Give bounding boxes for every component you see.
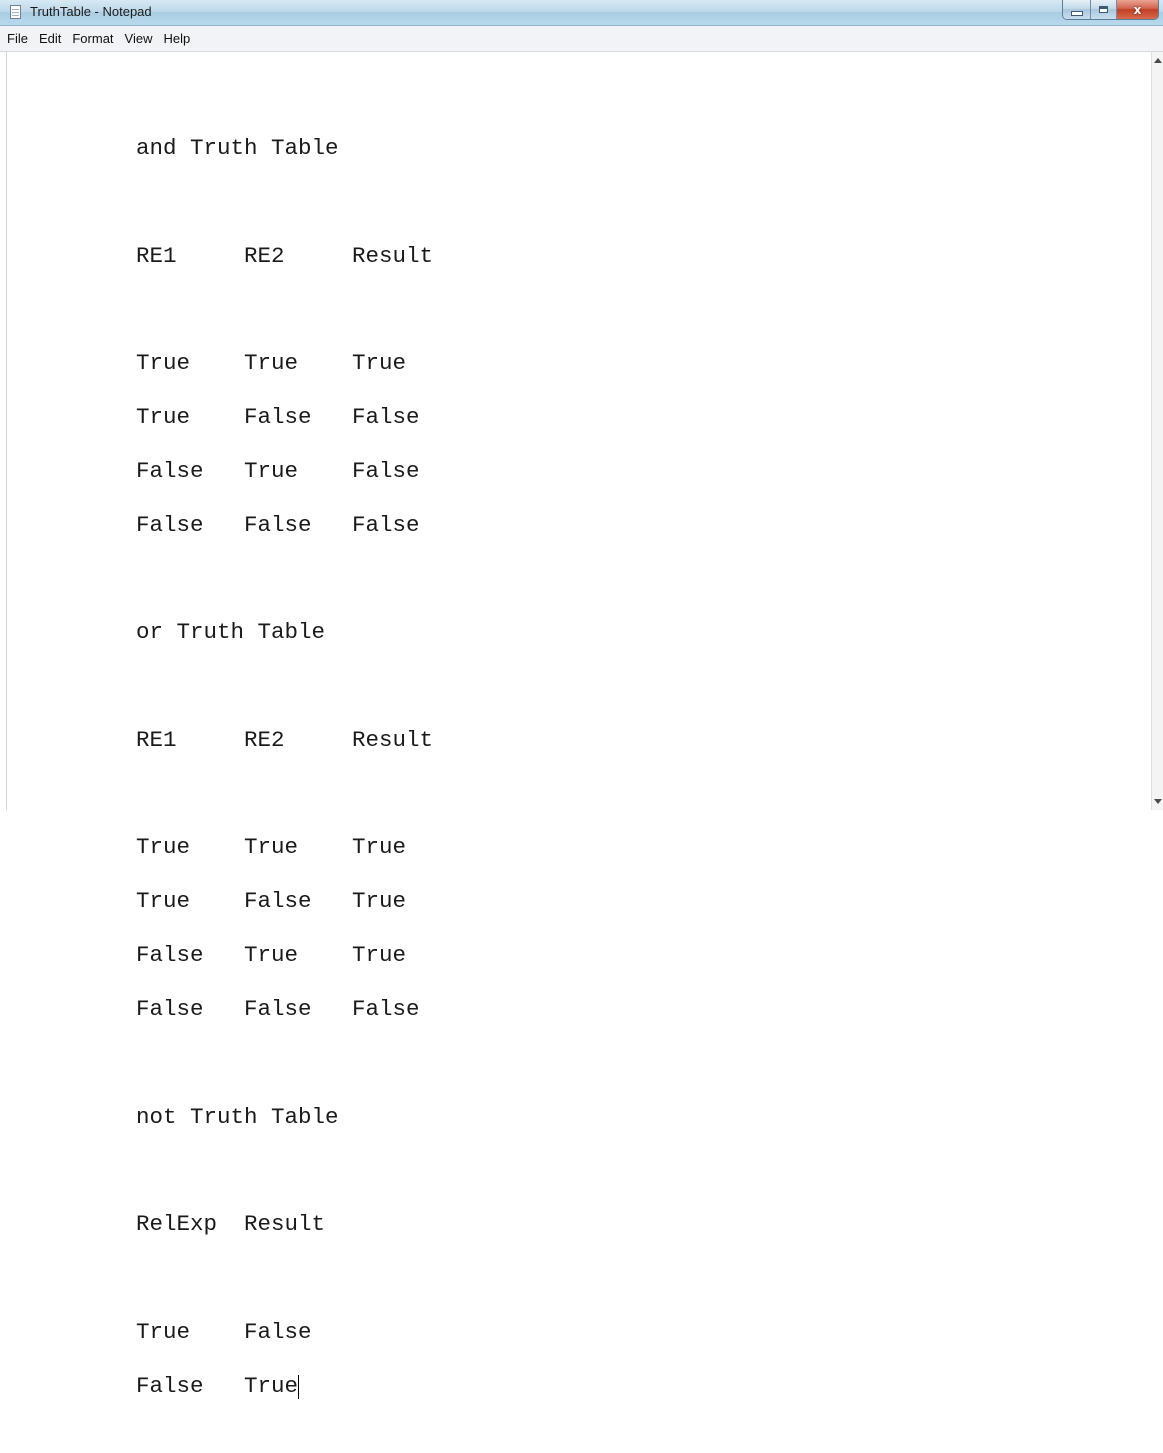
menu-help[interactable]: Help [163, 31, 190, 46]
text-line: False True [136, 1373, 433, 1400]
text-line: not Truth Table [136, 1103, 339, 1130]
scroll-down-arrow-icon[interactable] [1154, 799, 1162, 804]
text-line: ​ [136, 1157, 433, 1184]
text-line: and Truth Table [136, 134, 339, 161]
text-line: RelExp Result [136, 1211, 326, 1238]
minimize-icon [1070, 10, 1083, 16]
menu-bar: File Edit Format View Help [0, 26, 1163, 52]
text-line: or Truth Table [136, 619, 326, 646]
text-line: ​ [136, 1265, 433, 1292]
text-line: ​ [136, 1050, 433, 1077]
close-icon: x [1133, 2, 1142, 17]
menu-format[interactable]: Format [72, 31, 113, 46]
text-line: ​ [136, 189, 433, 216]
text-line: True False True [136, 888, 407, 915]
close-button[interactable]: x [1116, 0, 1158, 19]
menu-view[interactable]: View [125, 31, 153, 46]
window-controls: x [1062, 0, 1159, 20]
notepad-app-icon[interactable] [10, 5, 21, 19]
text-cursor [298, 1374, 300, 1399]
title-bar[interactable]: TruthTable - Notepad x [0, 0, 1163, 26]
maximize-button[interactable] [1090, 0, 1116, 19]
window-title: TruthTable - Notepad [30, 4, 152, 19]
text-line: False True False [136, 457, 420, 484]
text-editor[interactable]: and Truth Table ​ RE1 RE2 Result ​ True … [6, 52, 1151, 1399]
text-line: False False False [136, 511, 420, 538]
menu-edit[interactable]: Edit [39, 31, 61, 46]
text-line: ​ [136, 673, 433, 700]
text-line: False True True [136, 942, 407, 969]
text-line: True True True [136, 350, 407, 377]
text-line: True False False [136, 403, 420, 430]
text-line: RE1 RE2 Result [136, 242, 434, 269]
text-line: False False False [136, 995, 420, 1022]
menu-file[interactable]: File [7, 31, 28, 46]
text-line: True True True [136, 834, 407, 861]
vertical-scrollbar[interactable] [1151, 52, 1163, 810]
document-text: and Truth Table ​ RE1 RE2 Result ​ True … [136, 108, 433, 1453]
text-line: True False [136, 1318, 312, 1345]
maximize-icon [1099, 6, 1108, 13]
text-line: RE1 RE2 Result [136, 726, 434, 753]
minimize-button[interactable] [1063, 0, 1090, 19]
text-line: ​ [136, 296, 433, 323]
scroll-up-arrow-icon[interactable] [1154, 58, 1162, 63]
text-line: ​ [136, 565, 433, 592]
text-line: False True [136, 1372, 299, 1399]
text-line: ​ [136, 781, 433, 808]
